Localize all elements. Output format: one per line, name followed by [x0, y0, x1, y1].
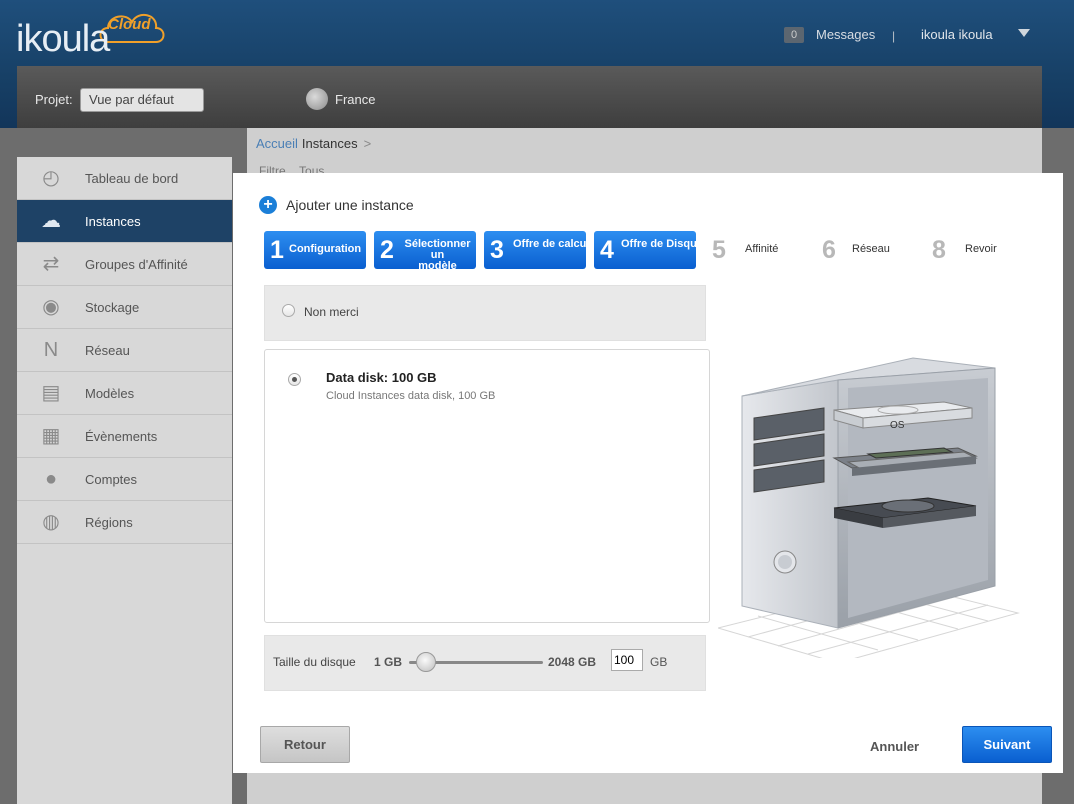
no-disk-radio[interactable]	[282, 304, 295, 317]
breadcrumb-home-link[interactable]: Accueil	[256, 136, 298, 151]
user-icon: ●	[44, 468, 58, 490]
step-number: 2	[380, 236, 394, 264]
chevron-down-icon[interactable]	[1018, 29, 1030, 37]
data-disk-radio[interactable]	[288, 373, 301, 386]
sidebar: ◴ Tableau de bord ☁ Instances ⇄ Groupes …	[17, 157, 232, 804]
sidebar-item-affinity-groups[interactable]: ⇄ Groupes d'Affinité	[17, 243, 232, 286]
sidebar-item-network[interactable]: N Réseau	[17, 329, 232, 372]
step-number: 4	[600, 236, 614, 264]
step-network: 6 Réseau	[816, 231, 916, 269]
step-label: Offre de Disque	[621, 238, 696, 250]
sidebar-item-label: Régions	[85, 515, 133, 530]
disk-size-max: 2048 GB	[548, 655, 597, 669]
sidebar-item-label: Modèles	[85, 386, 135, 401]
step-number: 8	[932, 236, 946, 264]
project-bar: Projet: Vue par défaut France	[17, 66, 1042, 128]
no-disk-label: Non merci	[304, 305, 359, 319]
sidebar-item-label: Tableau de bord	[85, 171, 179, 186]
disk-size-input[interactable]	[611, 649, 643, 671]
plus-circle-icon: +	[259, 196, 277, 214]
disk-size-label: Taille du disque	[273, 655, 356, 669]
globe-icon	[306, 88, 328, 110]
logo-cloud-text: Cloud	[108, 16, 151, 33]
sidebar-item-label: Comptes	[85, 472, 138, 487]
dashboard-icon: ◴	[42, 167, 60, 189]
os-label: OS	[890, 420, 905, 431]
affinity-icon: ⇄	[42, 253, 60, 275]
sidebar-item-label: Instances	[85, 214, 141, 229]
sidebar-item-storage[interactable]: ◉ Stockage	[17, 286, 232, 329]
step-number: 1	[270, 236, 284, 264]
cloud-icon: ☁	[41, 210, 61, 232]
messages-count-badge: 0	[784, 27, 804, 43]
disk-offer-name: Data disk: 100 GB	[326, 370, 437, 385]
step-label: Réseau	[852, 243, 890, 255]
step-review: 8 Revoir	[926, 231, 1026, 269]
storage-icon: ◉	[42, 296, 60, 318]
cancel-button[interactable]: Annuler	[870, 739, 919, 754]
next-button[interactable]: Suivant	[962, 726, 1052, 763]
disk-size-unit: GB	[650, 655, 668, 669]
network-icon: N	[43, 339, 59, 361]
sidebar-item-label: Groupes d'Affinité	[85, 257, 188, 272]
step-select-template[interactable]: 2 Sélectionner un modèle	[374, 231, 476, 269]
step-label: Sélectionner un modèle	[404, 238, 471, 270]
step-label: Offre de calcul	[513, 238, 586, 250]
sidebar-item-instances[interactable]: ☁ Instances	[17, 200, 232, 243]
disk-offer-list: Data disk: 100 GB Cloud Instances data d…	[264, 349, 710, 623]
step-configuration[interactable]: 1 Configuration	[264, 231, 366, 269]
sidebar-item-templates[interactable]: ▤ Modèles	[17, 372, 232, 415]
messages-link[interactable]: Messages	[816, 27, 875, 42]
computer-tower-illustration: OS	[718, 357, 1020, 658]
region-selector[interactable]: France	[335, 92, 375, 107]
sidebar-item-accounts[interactable]: ● Comptes	[17, 458, 232, 501]
add-instance-dialog: + Ajouter une instance 1 Configuration 2…	[233, 173, 1063, 773]
breadcrumb-arrow: >	[363, 136, 372, 151]
step-affinity: 5 Affinité	[706, 231, 806, 269]
sidebar-item-label: Stockage	[85, 300, 140, 315]
sidebar-item-dashboard[interactable]: ◴ Tableau de bord	[17, 157, 232, 200]
step-number: 6	[822, 236, 836, 264]
step-number: 5	[712, 236, 726, 264]
project-label: Projet:	[35, 92, 73, 107]
project-select[interactable]: Vue par défaut	[80, 88, 204, 112]
sidebar-item-label: Évènements	[85, 429, 158, 444]
no-disk-option[interactable]: Non merci	[264, 285, 706, 341]
sidebar-item-label: Réseau	[85, 343, 130, 358]
sidebar-item-events[interactable]: ▦ Évènements	[17, 415, 232, 458]
header-separator: |	[892, 29, 896, 43]
breadcrumb-current: Instances	[301, 136, 358, 151]
breadcrumb: Accueil Instances >	[256, 136, 371, 151]
calendar-icon: ▦	[41, 425, 61, 447]
step-number: 3	[490, 236, 504, 264]
disk-offer-description: Cloud Instances data disk, 100 GB	[326, 390, 496, 402]
step-compute-offer[interactable]: 3 Offre de calcul	[484, 231, 586, 269]
disk-size-slider-thumb[interactable]	[416, 652, 436, 672]
step-disk-offer[interactable]: 4 Offre de Disque	[594, 231, 696, 269]
user-menu-name[interactable]: ikoula ikoula	[921, 27, 993, 42]
step-label: Revoir	[965, 243, 997, 255]
step-label: Affinité	[745, 243, 779, 255]
dialog-title: Ajouter une instance	[286, 197, 414, 213]
logo-text: ikoula	[16, 18, 110, 60]
templates-icon: ▤	[41, 382, 61, 404]
disk-size-min: 1 GB	[374, 655, 403, 669]
ikoula-logo[interactable]: ikoula Cloud	[14, 6, 165, 62]
back-button[interactable]: Retour	[260, 726, 350, 763]
step-label: Configuration	[289, 243, 362, 255]
sidebar-item-regions[interactable]: ◍ Régions	[17, 501, 232, 544]
globe-icon: ◍	[42, 511, 60, 533]
disk-size-panel: Taille du disque 1 GB 2048 GB GB	[264, 635, 706, 691]
